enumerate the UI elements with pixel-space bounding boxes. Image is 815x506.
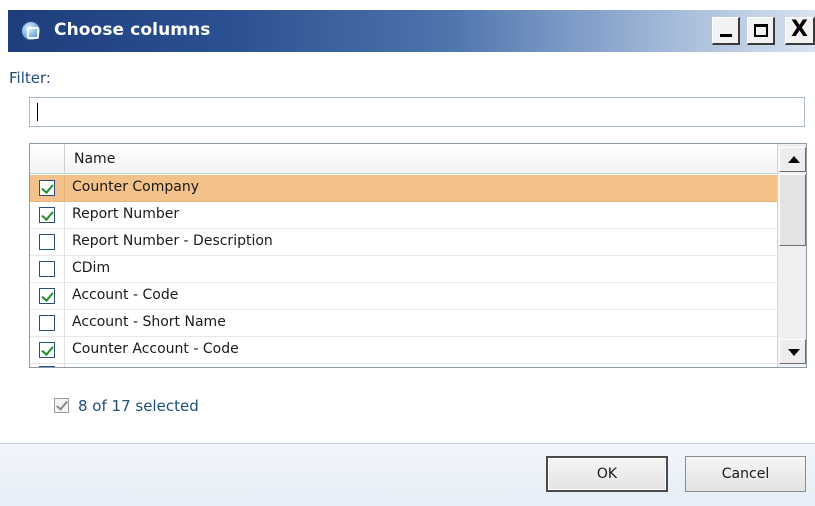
- select-all-checkbox[interactable]: [54, 398, 69, 413]
- row-checkbox[interactable]: [39, 234, 55, 250]
- row-checkbox[interactable]: [39, 342, 55, 358]
- grid-rows: Counter Company Report Number Report Num…: [30, 175, 777, 367]
- filter-label: Filter:: [9, 69, 51, 87]
- cancel-button[interactable]: Cancel: [685, 456, 806, 492]
- dialog-footer: OK Cancel: [0, 443, 815, 506]
- table-row[interactable]: CDim: [30, 256, 777, 283]
- header-check-cell: [30, 144, 65, 174]
- filter-input[interactable]: [29, 97, 805, 127]
- app-icon: [21, 21, 41, 41]
- maximize-icon: [753, 24, 768, 37]
- scroll-up-button[interactable]: [779, 147, 806, 172]
- arrow-up-icon: [788, 156, 800, 163]
- arrow-down-icon: [788, 349, 800, 356]
- table-row[interactable]: Account - Short Name: [30, 310, 777, 337]
- vertical-scrollbar[interactable]: [777, 144, 806, 367]
- row-name: Counter Company: [72, 179, 199, 195]
- close-icon: X: [791, 16, 808, 42]
- row-checkbox[interactable]: [39, 207, 55, 223]
- selection-summary[interactable]: 8 of 17 selected: [78, 397, 199, 415]
- close-button[interactable]: X: [785, 17, 815, 45]
- table-row[interactable]: Counter Account - Code: [30, 337, 777, 364]
- table-row[interactable]: Report Number - Description: [30, 229, 777, 256]
- table-row-partial: [30, 364, 777, 367]
- table-row[interactable]: Account - Code: [30, 283, 777, 310]
- row-checkbox: [39, 366, 55, 367]
- row-checkbox[interactable]: [39, 288, 55, 304]
- row-checkbox[interactable]: [39, 315, 55, 331]
- row-name: Account - Code: [72, 287, 179, 303]
- minimize-button[interactable]: [712, 17, 740, 45]
- row-checkbox[interactable]: [39, 180, 55, 196]
- row-name: Account - Short Name: [72, 314, 226, 330]
- choose-columns-dialog: Choose columns X Filter: Name Counter Co…: [0, 0, 815, 506]
- maximize-button[interactable]: [747, 17, 775, 45]
- scroll-down-button[interactable]: [779, 339, 806, 364]
- ok-button[interactable]: OK: [546, 456, 668, 492]
- scrollbar-thumb[interactable]: [779, 174, 806, 246]
- row-name: Report Number - Description: [72, 233, 273, 249]
- table-row[interactable]: Report Number: [30, 202, 777, 229]
- grid-header: Name: [30, 144, 777, 174]
- minimize-icon: [720, 34, 732, 37]
- row-name: Report Number: [72, 206, 180, 222]
- columns-grid: Name Counter Company Report Number Repor…: [29, 143, 807, 368]
- text-caret: [37, 103, 38, 121]
- column-header-name[interactable]: Name: [74, 151, 115, 167]
- title-bar[interactable]: Choose columns X: [8, 10, 815, 52]
- dialog-title: Choose columns: [54, 20, 211, 40]
- row-checkbox[interactable]: [39, 261, 55, 277]
- row-name: Counter Account - Code: [72, 341, 239, 357]
- table-row[interactable]: Counter Company: [30, 175, 777, 202]
- row-name: CDim: [72, 260, 111, 276]
